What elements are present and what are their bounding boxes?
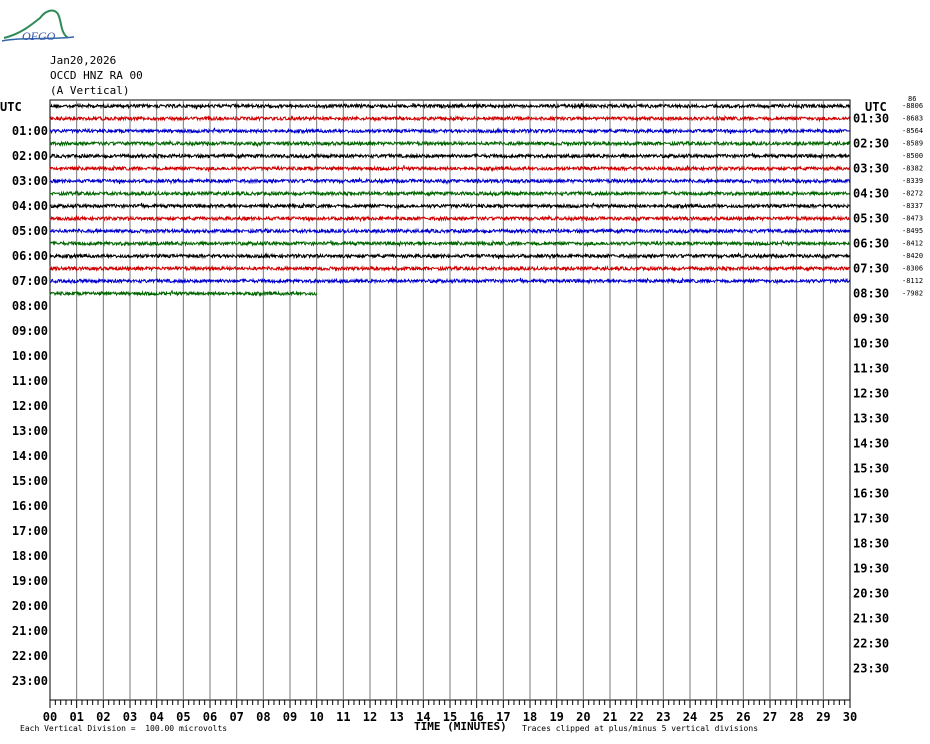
right-hour-label: 22:30 [853, 637, 889, 651]
x-tick-label: 02 [96, 710, 110, 724]
left-hour-label: 11:00 [12, 374, 48, 388]
x-tick-label: 07 [229, 710, 243, 724]
clip-note: Traces clipped at plus/minus 5 vertical … [522, 724, 759, 733]
x-tick-label: 06 [203, 710, 217, 724]
right-hour-label: 11:30 [853, 362, 889, 376]
trace-offset-label: -8500 [902, 152, 923, 160]
x-tick-label: 13 [389, 710, 403, 724]
grid-layer [49, 99, 851, 708]
left-hour-label: 16:00 [12, 499, 48, 513]
x-tick-label: 20 [576, 710, 590, 724]
xaxis-title: TIME (MINUTES) [414, 720, 507, 733]
right-hour-label: 03:30 [853, 162, 889, 176]
right-hour-label: 13:30 [853, 412, 889, 426]
right-hour-label: 10:30 [853, 337, 889, 351]
left-hour-label: 13:00 [12, 424, 48, 438]
left-hour-label: 08:00 [12, 299, 48, 313]
left-hour-label: 10:00 [12, 349, 48, 363]
x-tick-label: 22 [629, 710, 643, 724]
left-hour-label: 06:00 [12, 249, 48, 263]
right-hour-label: 07:30 [853, 262, 889, 276]
x-tick-label: 00 [43, 710, 57, 724]
left-hour-label: 18:00 [12, 549, 48, 563]
x-tick-label: 21 [603, 710, 617, 724]
left-hour-label: 20:00 [12, 599, 48, 613]
left-hour-label: 19:00 [12, 574, 48, 588]
right-hour-label: 06:30 [853, 237, 889, 251]
trace-offset-label: -7982 [902, 290, 923, 298]
helicorder-chart: 00 01 02 03 04 05 06 07 08 09 10 11 12 13 14 15 16 17 18 19… [0, 95, 923, 724]
right-hour-label: 09:30 [853, 312, 889, 326]
x-tick-label: 09 [283, 710, 297, 724]
left-hour-label: 01:00 [12, 124, 48, 138]
left-hour-label: 04:00 [12, 199, 48, 213]
x-tick-label: 26 [736, 710, 750, 724]
right-hour-label: 08:30 [853, 287, 889, 301]
x-tick-label: 01 [69, 710, 83, 724]
x-tick-label: 05 [176, 710, 190, 724]
left-hour-label: 05:00 [12, 224, 48, 238]
right-hour-label: 15:30 [853, 462, 889, 476]
left-hour-label: 07:00 [12, 274, 48, 288]
left-hour-label: 15:00 [12, 474, 48, 488]
right-hour-label: 02:30 [853, 137, 889, 151]
left-hour-label: 12:00 [12, 399, 48, 413]
trace-offset-label: -8339 [902, 177, 923, 185]
scale-note: Each Vertical Division = 100.00 microvol… [20, 724, 228, 733]
left-hour-label: 22:00 [12, 649, 48, 663]
right-hour-label: 05:30 [853, 212, 889, 226]
trace-offset-label: -8589 [902, 140, 923, 148]
right-hour-label: 04:30 [853, 187, 889, 201]
left-hour-label: 03:00 [12, 174, 48, 188]
x-tick-label: 29 [816, 710, 830, 724]
right-hour-label: 16:30 [853, 487, 889, 501]
left-utc-label: UTC [0, 100, 22, 114]
trace-offset-label: -8412 [902, 240, 923, 248]
x-tick-label: 12 [363, 710, 377, 724]
trace-offset-label: -8112 [902, 277, 923, 285]
x-tick-label: 23 [656, 710, 670, 724]
right-hour-label: 19:30 [853, 562, 889, 576]
x-tick-label: 24 [683, 710, 697, 724]
left-hour-label: 23:00 [12, 674, 48, 688]
right-hour-label: 20:30 [853, 587, 889, 601]
right-hour-label: 12:30 [853, 387, 889, 401]
x-tick-label: 19 [549, 710, 563, 724]
trace-offset-label: -8306 [902, 265, 923, 273]
x-tick-label: 03 [123, 710, 137, 724]
x-tick-label: 11 [336, 710, 350, 724]
left-hour-label: 21:00 [12, 624, 48, 638]
trace-offset-label: -8473 [902, 215, 923, 223]
left-hour-label: 14:00 [12, 449, 48, 463]
right-hour-label: 17:30 [853, 512, 889, 526]
right-hour-label: 21:30 [853, 612, 889, 626]
left-hour-label: 17:00 [12, 524, 48, 538]
right-hour-label: 14:30 [853, 437, 889, 451]
trace-offset-label: -8337 [902, 202, 923, 210]
x-tick-label: 10 [309, 710, 323, 724]
x-tick-label: 18 [523, 710, 537, 724]
right-hour-label: 18:30 [853, 537, 889, 551]
label-layer: 00 01 02 03 04 05 06 07 08 09 10 11 12 13 14 15 16 17 18 19… [0, 95, 923, 724]
offset-top-label: 86 [908, 95, 916, 103]
right-hour-label: 23:30 [853, 662, 889, 676]
trace-offset-label: -8272 [902, 190, 923, 198]
trace-offset-label: -8806 [902, 102, 923, 110]
trace-offset-label: -8564 [902, 127, 923, 135]
x-tick-label: 28 [789, 710, 803, 724]
right-hour-label: 01:30 [853, 112, 889, 126]
trace-offset-label: -8495 [902, 227, 923, 235]
x-tick-label: 27 [763, 710, 777, 724]
x-tick-label: 25 [709, 710, 723, 724]
x-tick-label: 08 [256, 710, 270, 724]
trace-offset-label: -8683 [902, 115, 923, 123]
x-tick-label: 30 [843, 710, 857, 724]
left-hour-label: 02:00 [12, 149, 48, 163]
trace-offset-label: -8420 [902, 252, 923, 260]
left-hour-label: 09:00 [12, 324, 48, 338]
trace-offset-label: -8382 [902, 165, 923, 173]
x-tick-label: 04 [149, 710, 163, 724]
